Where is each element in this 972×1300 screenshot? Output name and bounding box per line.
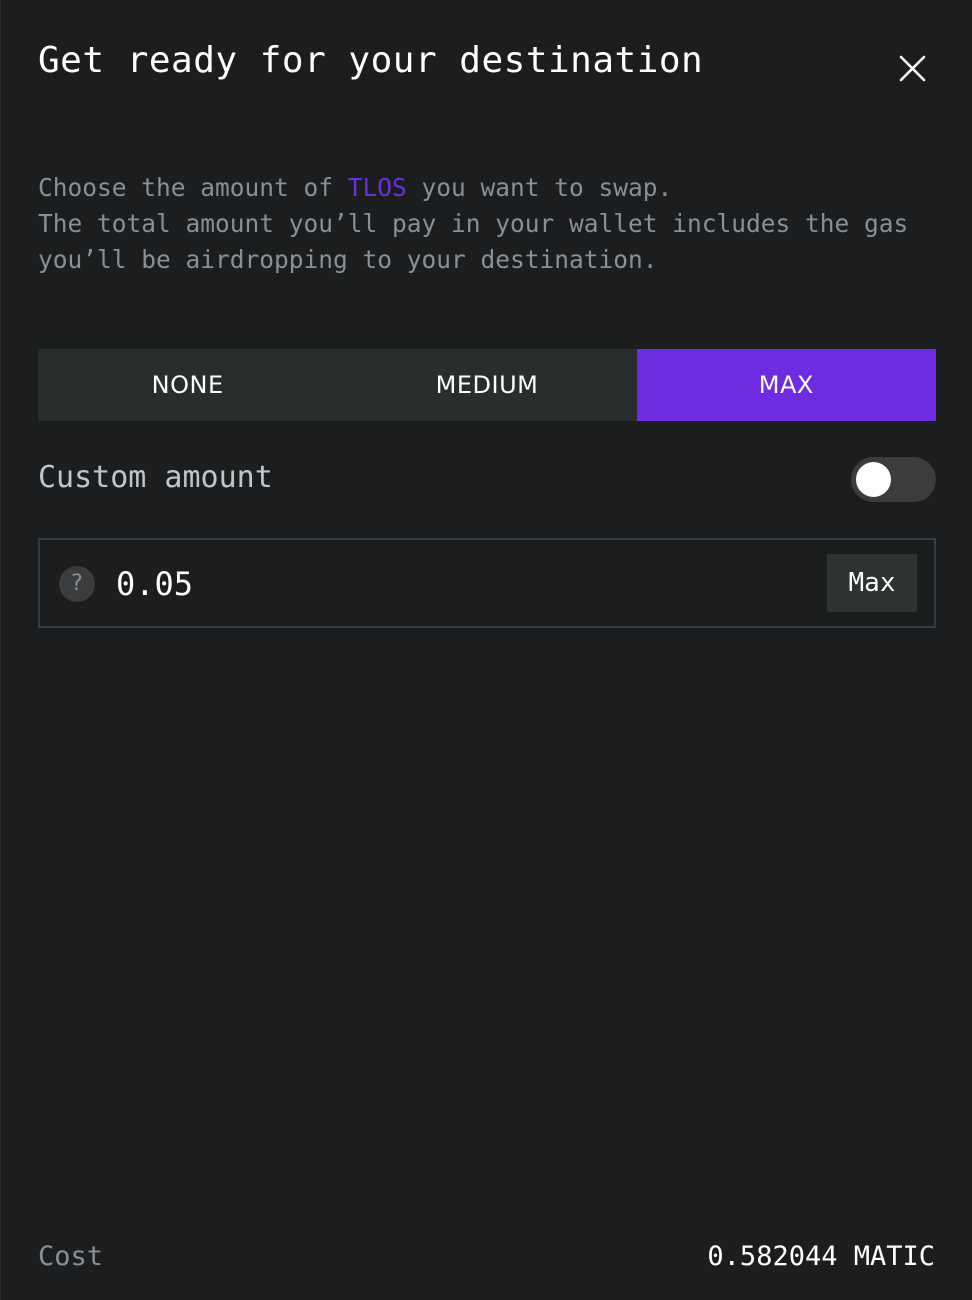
description-gas-note: The total amount you’ll pay in your wall… xyxy=(38,209,909,274)
close-icon xyxy=(899,55,926,82)
toggle-knob xyxy=(856,462,891,497)
close-button[interactable] xyxy=(893,48,933,88)
dialog-title: Get ready for your destination xyxy=(38,40,704,81)
custom-amount-label: Custom amount xyxy=(38,460,273,495)
amount-option-selector: NONE MEDIUM MAX xyxy=(38,349,936,421)
description-suffix: you want to swap. xyxy=(406,173,673,202)
amount-input[interactable] xyxy=(116,560,716,608)
question-mark-icon[interactable]: ? xyxy=(59,566,95,602)
cost-label: Cost xyxy=(38,1241,104,1272)
option-medium-button[interactable]: MEDIUM xyxy=(337,349,636,421)
cost-value: 0.582044 MATIC xyxy=(707,1241,935,1272)
amount-field: ? Max xyxy=(38,538,936,628)
token-name: TLOS xyxy=(347,173,407,202)
custom-amount-toggle[interactable] xyxy=(851,457,936,502)
option-none-button[interactable]: NONE xyxy=(38,349,337,421)
description-prefix: Choose the amount of xyxy=(38,173,348,202)
dialog-description: Choose the amount of TLOS you want to sw… xyxy=(38,170,938,278)
airdrop-dialog: Get ready for your destination Choose th… xyxy=(0,0,972,1300)
option-max-button[interactable]: MAX xyxy=(636,349,936,421)
max-button[interactable]: Max xyxy=(827,554,917,612)
